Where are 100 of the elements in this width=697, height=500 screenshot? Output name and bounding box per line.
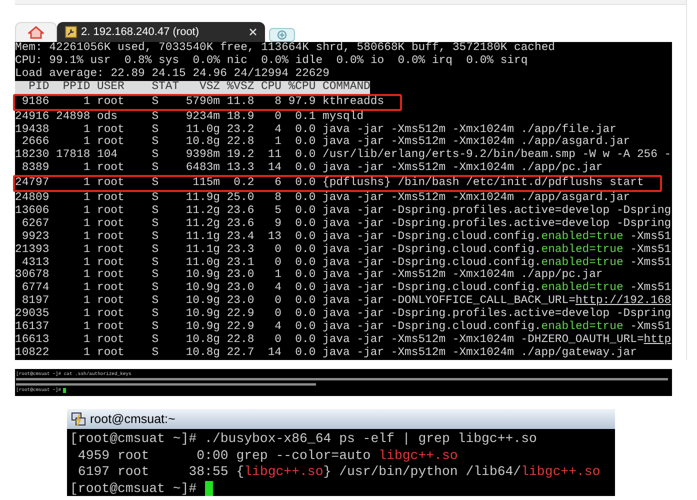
table-cell-text: 11.8	[226, 96, 254, 109]
table-cell-text: 9398m	[184, 149, 220, 162]
table-cell-text: java -jar -Dspring.profiles.active=develop -Dspring	[322, 308, 672, 320]
table-cell-text: S	[152, 110, 160, 124]
table-cell: 29035	[15, 308, 50, 321]
table-cell-text: 23.4	[226, 230, 254, 244]
table-cell-text: 0.0	[294, 162, 316, 176]
table-cell-text: root	[96, 256, 126, 269]
table-cell-text: 1	[82, 177, 90, 190]
table-cell-text: S	[152, 320, 160, 334]
table-cell-text: 0.0	[294, 346, 316, 360]
table-cell-text: java -jar -Dspring.cloud.config.enabled=true -Xms51	[322, 256, 672, 269]
table-cell-text: 10.9g	[184, 282, 220, 295]
table-cell-text: 1	[82, 282, 90, 296]
table-cell-text: 9923	[20, 230, 50, 244]
table-cell-text: 18.9	[226, 110, 254, 124]
table-cell-text: 5	[274, 204, 282, 218]
table-cell-text: root	[96, 308, 126, 321]
table-cell-text: 22.9	[226, 320, 254, 334]
table-cell-text: 1	[82, 308, 90, 321]
table-cell-text: 0.0	[294, 320, 316, 334]
table-cell-text: java -jar -Xms512m -Xmx1024m ./app/asgard.jar	[322, 136, 630, 148]
table-cell-text: S	[152, 218, 160, 231]
table-cell-text: root	[96, 124, 126, 136]
table-cell-text: 9234m	[184, 110, 220, 124]
table-cell-text: 6	[274, 177, 282, 190]
terminal-line: Load average: 22.89 24.15 24.96 24/12994 22629	[15, 68, 330, 81]
table-cell-text: S	[152, 192, 160, 205]
table-cell-text: 9186	[20, 96, 50, 109]
table-cell-text: root	[96, 96, 126, 109]
table-cell-text: 11.0g	[184, 256, 220, 269]
table-cell-text: 0.0	[294, 282, 316, 295]
column-header: %VSZ	[226, 80, 254, 94]
table-cell-text: java -jar -Dspring.profiles.active=develop -Dspring	[322, 218, 672, 230]
table-cell-text: root	[96, 230, 126, 244]
table-cell-text: S	[152, 269, 160, 282]
table-cell-text: java -jar -Xms512m -Xmx1024m ./app/file.jar	[322, 124, 616, 136]
table-cell-text: java -jar -Xms512m -Xmx1024m ./app/asgard.jar	[322, 192, 630, 204]
table-cell-text: 13.3	[226, 162, 254, 176]
terminal-line: Mem: 42261056K used, 7033540K free, 113664K shrd, 580668K buff, 3572180K cached	[15, 42, 556, 54]
table-cell-text: 0.0	[294, 192, 316, 205]
table-cell-text: 8	[274, 96, 282, 109]
table-cell-text: 0	[274, 295, 282, 308]
table-cell-text: 1	[82, 162, 90, 176]
table-cell-text: ods	[96, 110, 119, 124]
terminal-line: CPU: 99.1% usr 0.8% sys 0.0% nic 0.0% idle 0.0% io 0.0% irq 0.0% sirq	[15, 54, 528, 68]
table-cell-text: 11.0g	[184, 124, 220, 136]
table-cell-text: 11.2g	[184, 218, 220, 231]
table-cell-text: root	[96, 177, 126, 190]
table-cell-text: 22.8	[226, 136, 254, 149]
table-cell: 24916	[15, 110, 50, 124]
table-cell-text: 23.1	[226, 256, 254, 269]
table-cell-text: 1	[82, 295, 90, 308]
table-cell-text: root	[96, 334, 126, 347]
plus-icon	[277, 30, 287, 40]
table-cell-text: 0.2	[232, 177, 254, 190]
table-cell-text: 0.0	[294, 136, 316, 149]
table-cell-text: 10.8g	[184, 136, 220, 149]
close-icon[interactable]	[249, 28, 257, 36]
table-cell-text: root	[96, 320, 126, 334]
table-cell-text: 1	[82, 256, 90, 270]
table-cell-text: 0.0	[294, 308, 316, 321]
table-cell-text: 22.8	[226, 334, 254, 347]
table-cell-text: 10.8g	[184, 334, 220, 347]
table-cell-text: S	[152, 334, 160, 347]
terminal-line: 6197 root 38:55 {libgc++.so} /usr/bin/python /lib64/libgc++.so	[76, 464, 600, 480]
table-cell-text: 0.0	[294, 230, 316, 244]
table-cell-text: 0	[274, 256, 282, 270]
column-header: PPID	[62, 80, 90, 94]
table-cell-text: root	[96, 269, 126, 282]
table-cell-text: 1	[82, 269, 90, 282]
table-cell-text: 0.0	[294, 334, 316, 347]
table-cell-text: root	[96, 204, 126, 218]
new-tab-button[interactable]	[269, 28, 295, 42]
table-cell-text: 8197	[20, 295, 50, 308]
table-cell-text: 0	[274, 244, 282, 257]
table-cell-text: 1	[82, 320, 90, 334]
table-cell-text: root	[96, 244, 126, 257]
table-cell-text: java -jar -DONLYOFFICE_CALL_BACK_URL=http://192.168	[322, 295, 672, 308]
table-cell-text: 10.9g	[184, 295, 220, 308]
table-cell-text: kthreadds	[322, 96, 384, 109]
table-cell-text: S	[152, 162, 160, 176]
table-cell-text: 23.2	[226, 124, 254, 136]
table-cell-text: 0	[274, 308, 282, 321]
table-cell-text: 14	[266, 162, 282, 176]
table-cell-text: 1	[82, 334, 90, 347]
table-cell-text: 0.0	[294, 256, 316, 269]
column-header: STAT	[152, 80, 180, 94]
table-cell-text: 23.3	[226, 244, 254, 257]
table-cell-text: 8	[274, 192, 282, 205]
terminal-tab[interactable]: 2. 192.168.240.47 (root)	[57, 22, 265, 42]
table-cell-text: 4	[274, 320, 282, 334]
table-cell-text: 10.9g	[184, 308, 220, 321]
table-cell-text: 1	[274, 269, 282, 282]
tab-title: 2. 192.168.240.47 (root)	[81, 24, 200, 40]
home-tab[interactable]	[15, 22, 57, 42]
table-cell-text: 19.2	[226, 149, 254, 162]
table-cell-text: 6267	[20, 218, 50, 231]
table-cell-text: 1	[82, 244, 90, 257]
table-cell-text: 1	[82, 204, 90, 218]
